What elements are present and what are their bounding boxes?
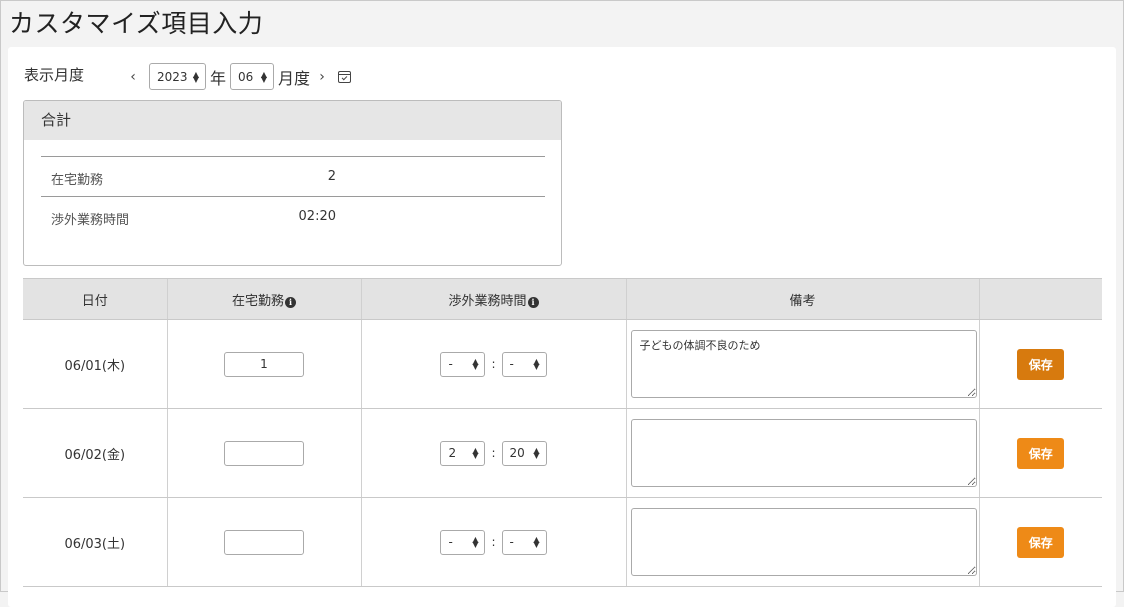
chevron-right-icon[interactable]: › <box>314 69 330 85</box>
period-navigator: ‹ 2023 ▲ ▼ 年 06 ▲ ▼ 月度 › <box>125 63 352 90</box>
sort-arrows-icon: ▲ ▼ <box>192 69 199 84</box>
entry-table: 日付 在宅勤務i 渉外業務時間i 備考 06/01(木) -▲▼ : -▲▼ 子… <box>23 278 1102 587</box>
header-remote-work: 在宅勤務 i <box>166 278 361 320</box>
minutes-select[interactable]: 20 ▲ ▼ <box>501 440 547 466</box>
month-unit: 月度 <box>278 68 311 88</box>
sort-arrows-icon: ▲ ▼ <box>472 446 479 460</box>
hours-value: - <box>448 357 453 371</box>
remote-work-input[interactable] <box>224 440 304 466</box>
summary-label: 在宅勤務 <box>51 173 104 188</box>
hours-value: 2 <box>448 446 457 460</box>
header-remote-work-label: 在宅勤務 <box>231 293 284 309</box>
sort-arrows-icon: ▲ ▼ <box>472 357 479 371</box>
minutes-value: 20 <box>509 446 525 460</box>
sort-arrows-icon: ▲ ▼ <box>533 357 540 371</box>
table-header-row: 日付 在宅勤務 i 渉外業務時間 i 備考 <box>23 278 1102 320</box>
minutes-value: - <box>509 357 514 371</box>
date-cell: 06/03(土) <box>23 497 167 587</box>
time-separator: : <box>491 535 496 549</box>
notes-cell: 子どもの体調不良のため <box>625 319 979 409</box>
year-unit: 年 <box>210 68 227 88</box>
header-notes: 備考 <box>625 278 979 320</box>
summary-panel: 合計 在宅勤務 2 渉外業務時間 02:20 <box>23 100 562 266</box>
sort-arrows-icon: ▲ ▼ <box>533 535 540 549</box>
external-hours-cell: 2 ▲ ▼ : 20 ▲ ▼ <box>360 408 626 498</box>
time-separator: : <box>491 357 496 371</box>
action-cell: 保存 <box>978 408 1102 498</box>
summary-value: 2 <box>327 169 336 184</box>
external-hours-cell: - ▲ ▼ : - ▲ ▼ <box>360 319 626 409</box>
header-external-hours: 渉外業務時間 i <box>360 278 626 320</box>
minutes-select[interactable]: - ▲ ▼ <box>501 351 547 377</box>
summary-title: 合計 <box>24 101 561 140</box>
sort-arrows-icon: ▲ ▼ <box>260 69 268 84</box>
month-select[interactable]: 06 ▲ ▼ <box>230 63 275 90</box>
remote-work-input[interactable] <box>224 529 304 555</box>
sort-arrows-icon: ▲ ▼ <box>533 446 540 460</box>
table-row: 06/03(土) - ▲ ▼ : - ▲ ▼ 保存 <box>23 497 1102 587</box>
table-row: 06/01(木) - ▲▼ : - ▲▼ 子どもの体調不良のため 保存 <box>23 319 1102 409</box>
sort-arrows-icon: ▲ ▼ <box>472 535 479 549</box>
remote-work-cell <box>166 319 361 409</box>
header-external-hours-label: 渉外業務時間 <box>448 293 527 309</box>
info-circle-icon[interactable]: i <box>527 296 539 308</box>
minutes-value: - <box>509 535 514 549</box>
action-cell: 保存 <box>978 497 1102 587</box>
year-select[interactable]: 2023 ▲ ▼ <box>149 63 206 90</box>
header-date-label: 日付 <box>81 293 108 309</box>
date-cell: 06/02(金) <box>23 408 167 498</box>
summary-label: 渉外業務時間 <box>51 213 130 228</box>
header-notes-label: 備考 <box>789 293 816 309</box>
save-button[interactable]: 保存 <box>1017 348 1065 380</box>
notes-textarea[interactable] <box>630 419 977 487</box>
notes-cell <box>625 497 979 587</box>
hours-select[interactable]: 2 ▲ ▼ <box>440 440 486 466</box>
date-cell: 06/01(木) <box>23 319 167 409</box>
external-hours-cell: - ▲ ▼ : - ▲ ▼ <box>360 497 626 587</box>
notes-textarea[interactable] <box>630 508 977 576</box>
hours-value: - <box>448 535 453 549</box>
hours-select[interactable]: - ▲ ▼ <box>440 529 486 555</box>
time-separator: : <box>491 446 496 460</box>
remote-work-input[interactable] <box>224 351 304 377</box>
save-button[interactable]: 保存 <box>1017 526 1065 558</box>
content-card: 表示月度 ‹ 2023 ▲ ▼ 年 06 ▲ ▼ 月度 › 合計 在宅勤務 2 渉外… <box>8 47 1116 607</box>
page-title: カスタマイズ項目入力 <box>9 9 264 38</box>
summary-value: 02:20 <box>298 209 336 224</box>
info-circle-icon[interactable]: i <box>285 296 296 308</box>
calendar-check-icon[interactable] <box>338 70 352 83</box>
summary-row: 渉外業務時間 02:20 <box>41 196 545 236</box>
remote-work-cell <box>166 497 361 587</box>
save-button[interactable]: 保存 <box>1017 437 1065 469</box>
notes-textarea[interactable]: 子どもの体調不良のため <box>630 330 977 398</box>
header-date: 日付 <box>23 278 167 320</box>
period-label: 表示月度 <box>24 66 85 84</box>
action-cell: 保存 <box>978 319 1102 409</box>
minutes-select[interactable]: - ▲ ▼ <box>501 529 547 555</box>
chevron-left-icon[interactable]: ‹ <box>125 69 141 85</box>
notes-cell <box>625 408 979 498</box>
table-row: 06/02(金) 2 ▲ ▼ : 20 ▲ ▼ 保存 <box>23 408 1102 498</box>
month-value: 06 <box>238 69 254 84</box>
hours-select[interactable]: - ▲ ▼ <box>440 351 486 377</box>
header-actions <box>978 278 1102 320</box>
remote-work-cell <box>166 408 361 498</box>
year-value: 2023 <box>157 69 188 84</box>
summary-row: 在宅勤務 2 <box>41 156 545 196</box>
